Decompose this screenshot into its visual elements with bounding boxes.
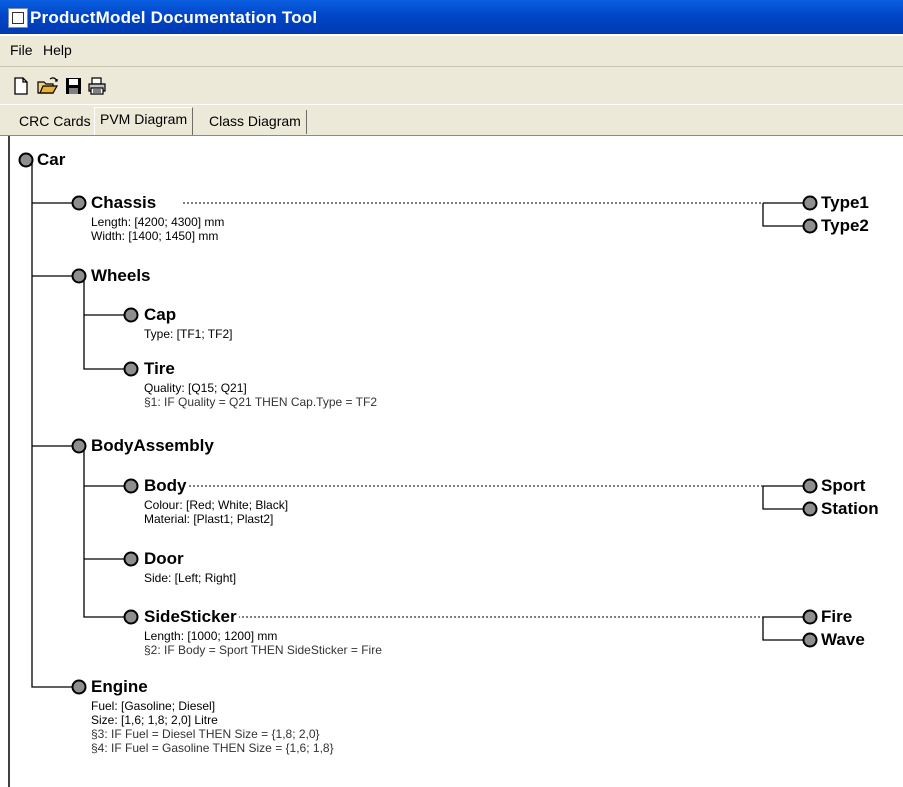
- pvm-diagram-canvas[interactable]: Car Chassis Length: [4200; 4300] mm Widt…: [8, 136, 903, 787]
- menu-file[interactable]: File: [8, 42, 35, 58]
- variant-type2[interactable]: Type2: [821, 216, 869, 236]
- node-body[interactable]: Body: [144, 476, 189, 496]
- save-icon[interactable]: [62, 75, 84, 97]
- node-marker-sport: [802, 478, 818, 494]
- node-marker-tire: [123, 361, 139, 377]
- body-attr-colour: Colour: [Red; White; Black]: [144, 498, 289, 512]
- node-marker-door: [123, 551, 139, 567]
- node-marker-sidesticker: [123, 609, 139, 625]
- menu-bar: File Help: [0, 36, 903, 67]
- chassis-attr-length: Length: [4200; 4300] mm: [91, 215, 225, 229]
- tab-class-diagram[interactable]: Class Diagram: [204, 110, 307, 134]
- variant-type1[interactable]: Type1: [821, 193, 869, 213]
- node-engine[interactable]: Engine: [91, 677, 148, 697]
- variant-fire[interactable]: Fire: [821, 607, 852, 627]
- tab-pvm-diagram[interactable]: PVM Diagram: [94, 107, 194, 135]
- node-cap[interactable]: Cap: [144, 305, 176, 325]
- node-tire[interactable]: Tire: [144, 359, 175, 379]
- node-door[interactable]: Door: [144, 549, 184, 569]
- rule-4: §4: IF Fuel = Gasoline THEN Size = {1,6;…: [91, 741, 334, 755]
- title-bar: ProductModel Documentation Tool: [0, 0, 903, 34]
- node-marker-chassis: [71, 195, 87, 211]
- sidesticker-attr-length: Length: [1000; 1200] mm: [144, 629, 278, 643]
- node-wheels[interactable]: Wheels: [91, 266, 151, 286]
- open-icon[interactable]: [36, 75, 59, 97]
- node-car[interactable]: Car: [37, 150, 65, 170]
- node-chassis[interactable]: Chassis: [91, 193, 159, 213]
- menu-help[interactable]: Help: [41, 42, 74, 58]
- door-attr-side: Side: [Left; Right]: [144, 571, 237, 585]
- toolbar: [0, 67, 903, 104]
- new-icon[interactable]: [10, 75, 32, 97]
- node-marker-engine: [71, 679, 87, 695]
- print-icon[interactable]: [86, 75, 108, 97]
- node-marker-body: [123, 478, 139, 494]
- node-bodyassembly[interactable]: BodyAssembly: [91, 436, 214, 456]
- node-marker-car: [18, 152, 34, 168]
- variant-wave[interactable]: Wave: [821, 630, 865, 650]
- node-marker-station: [802, 501, 818, 517]
- rule-3: §3: IF Fuel = Diesel THEN Size = {1,8; 2…: [91, 727, 320, 741]
- node-marker-bodyassembly: [71, 438, 87, 454]
- app-icon: [8, 8, 28, 28]
- chassis-attr-width: Width: [1400; 1450] mm: [91, 229, 219, 243]
- node-marker-type1: [802, 195, 818, 211]
- node-marker-wave: [802, 632, 818, 648]
- tab-strip: CRC Cards PVM Diagram Class Diagram: [0, 105, 903, 136]
- node-marker-type2: [802, 218, 818, 234]
- node-marker-cap: [123, 307, 139, 323]
- rule-1: §1: IF Quality = Q21 THEN Cap.Type = TF2: [144, 395, 377, 409]
- engine-attr-size: Size: [1,6; 1,8; 2,0] Litre: [91, 713, 218, 727]
- body-attr-material: Material: [Plast1; Plast2]: [144, 512, 274, 526]
- cap-attr-type: Type: [TF1; TF2]: [144, 327, 233, 341]
- node-marker-fire: [802, 609, 818, 625]
- node-sidesticker[interactable]: SideSticker: [144, 607, 239, 627]
- variant-sport[interactable]: Sport: [821, 476, 865, 496]
- node-marker-wheels: [71, 268, 87, 284]
- window-title: ProductModel Documentation Tool: [30, 8, 318, 27]
- engine-attr-fuel: Fuel: [Gasoline; Diesel]: [91, 699, 216, 713]
- tab-crc-cards[interactable]: CRC Cards: [14, 110, 97, 134]
- tire-attr-quality: Quality: [Q15; Q21]: [144, 381, 247, 395]
- variant-station[interactable]: Station: [821, 499, 879, 519]
- rule-2: §2: IF Body = Sport THEN SideSticker = F…: [144, 643, 382, 657]
